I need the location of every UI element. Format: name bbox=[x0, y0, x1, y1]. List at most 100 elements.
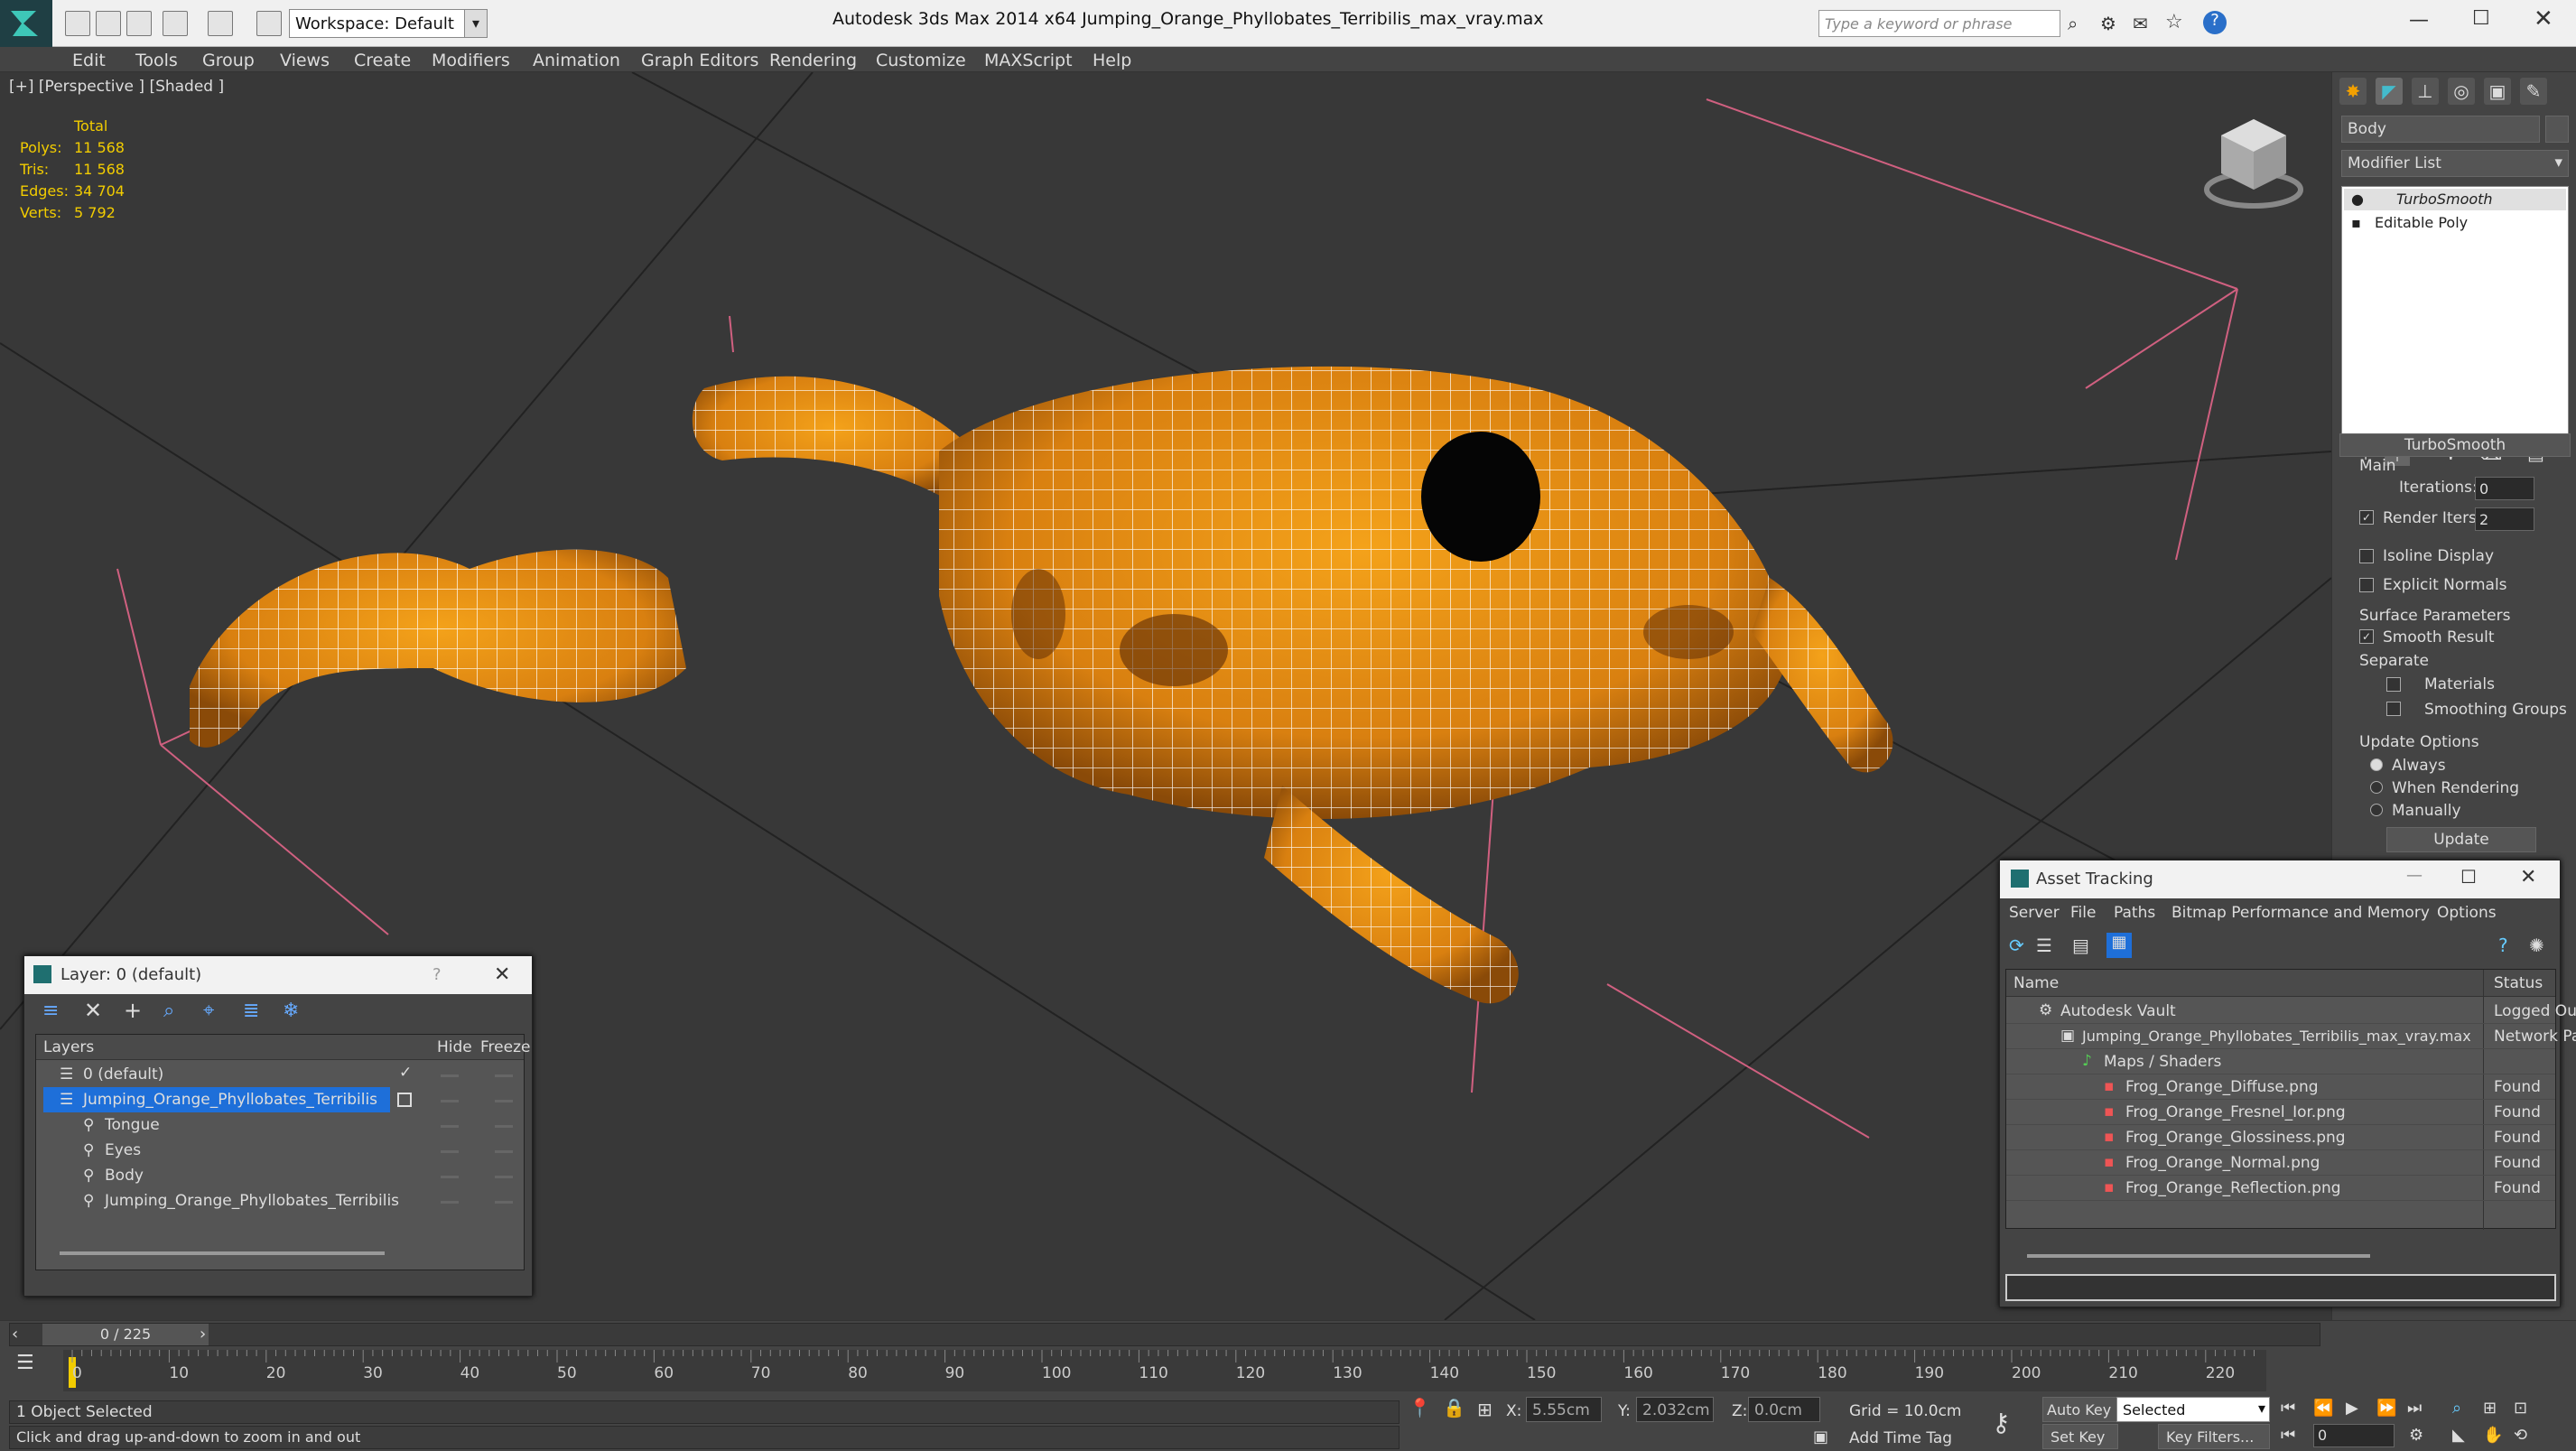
redo-icon[interactable] bbox=[208, 11, 233, 36]
explicit-normals-checkbox[interactable] bbox=[2359, 578, 2374, 592]
refresh-icon[interactable]: ⟳ bbox=[2009, 935, 2024, 956]
menu-rendering[interactable]: Rendering bbox=[769, 51, 857, 70]
render-iters-checkbox[interactable]: ✓ bbox=[2359, 510, 2374, 525]
layer-row[interactable]: ⚲ Body bbox=[36, 1163, 524, 1188]
layer-row-selected[interactable]: ☰ Jumping_Orange_Phyllobates_Terribilis bbox=[36, 1087, 524, 1112]
help-icon[interactable]: ? bbox=[2203, 11, 2227, 34]
asset-menu-bitmap[interactable]: Bitmap Performance and Memory bbox=[2171, 904, 2430, 922]
hide-all-icon[interactable]: ≣ bbox=[243, 1000, 259, 1022]
time-slider[interactable]: ‹ 0 / 225 › bbox=[9, 1323, 2320, 1346]
new-file-icon[interactable] bbox=[65, 11, 90, 36]
smoothing-groups-checkbox[interactable] bbox=[2386, 702, 2401, 716]
maximize-icon[interactable]: ☐ bbox=[2472, 7, 2490, 30]
col-layers[interactable]: Layers bbox=[43, 1038, 94, 1056]
materials-checkbox[interactable] bbox=[2386, 677, 2401, 692]
asset-menu-file[interactable]: File bbox=[2070, 904, 2096, 922]
expand-plus-icon[interactable]: ▪ bbox=[2351, 214, 2361, 231]
asset-row[interactable]: ▪ Frog_Orange_Normal.png Found bbox=[2006, 1150, 2555, 1176]
workspace-dropdown[interactable]: Workspace: Default ▾ bbox=[289, 9, 488, 38]
utilities-tab-icon[interactable]: ✎ bbox=[2520, 78, 2547, 105]
previous-frame-icon[interactable]: ⏪ bbox=[2313, 1399, 2333, 1418]
always-radio[interactable] bbox=[2370, 758, 2383, 771]
asset-menu-paths[interactable]: Paths bbox=[2114, 904, 2155, 922]
layer-row[interactable]: ☰ 0 (default) ✓ bbox=[36, 1062, 524, 1087]
modify-tab-icon[interactable]: ◤ bbox=[2376, 78, 2403, 105]
layer-window-titlebar[interactable]: Layer: 0 (default) ? ✕ bbox=[24, 956, 532, 994]
highlight-selected-icon[interactable]: ⌖ bbox=[203, 1000, 214, 1022]
motion-tab-icon[interactable]: ◎ bbox=[2448, 78, 2475, 105]
asset-window-titlebar[interactable]: Asset Tracking — ☐ ✕ bbox=[2000, 860, 2560, 898]
hierarchy-tab-icon[interactable]: ⊥ bbox=[2412, 78, 2439, 105]
help-icon[interactable]: ? bbox=[2498, 935, 2508, 956]
stack-item-editable-poly[interactable]: ▪ Editable Poly bbox=[2344, 212, 2566, 234]
set-key-button[interactable]: Set Key bbox=[2042, 1424, 2118, 1449]
freeze-all-icon[interactable]: ❄ bbox=[283, 1000, 299, 1022]
render-iters-spinner[interactable]: 2 bbox=[2475, 507, 2534, 531]
x-coordinate-field[interactable]: 5.55cm bbox=[1526, 1397, 1602, 1422]
workspace-expand-icon[interactable]: ▾ bbox=[464, 9, 488, 38]
delete-layer-icon[interactable]: ✕ bbox=[84, 998, 102, 1023]
subscription-icon[interactable]: ⚙ bbox=[2100, 13, 2116, 34]
menu-graph-editors[interactable]: Graph Editors bbox=[641, 51, 758, 70]
isolate-selection-icon[interactable]: 📍 bbox=[1409, 1397, 1431, 1418]
update-button[interactable]: Update bbox=[2386, 827, 2536, 852]
when-rendering-radio[interactable] bbox=[2370, 781, 2383, 794]
go-to-end-icon[interactable]: ⏭ bbox=[2407, 1399, 2422, 1418]
asset-row[interactable]: ▪ Frog_Orange_Fresnel_Ior.png Found bbox=[2006, 1100, 2555, 1125]
smooth-result-checkbox[interactable]: ✓ bbox=[2359, 629, 2374, 644]
communication-icon[interactable]: ✉ bbox=[2133, 13, 2148, 34]
next-frame-icon[interactable]: ⏩ bbox=[2376, 1399, 2396, 1418]
object-name-field[interactable]: Body bbox=[2341, 116, 2540, 143]
close-icon[interactable]: ✕ bbox=[494, 963, 510, 986]
app-logo[interactable] bbox=[0, 0, 52, 47]
zoom-icon[interactable]: ⌕ bbox=[2452, 1399, 2461, 1418]
save-file-icon[interactable] bbox=[126, 11, 152, 36]
minimize-icon[interactable]: — bbox=[2406, 866, 2423, 885]
asset-menu-options[interactable]: Options bbox=[2437, 904, 2497, 922]
favorites-icon[interactable]: ☆ bbox=[2165, 11, 2183, 33]
selected-dropdown[interactable]: Selected ▾ bbox=[2116, 1397, 2270, 1422]
add-time-tag[interactable]: Add Time Tag bbox=[1849, 1429, 1952, 1447]
selection-lock-icon[interactable]: 🔒 bbox=[1443, 1397, 1465, 1418]
add-to-layer-icon[interactable]: + bbox=[124, 998, 142, 1023]
time-config-icon[interactable]: ⚙ bbox=[2409, 1426, 2423, 1445]
help-icon[interactable]: ? bbox=[432, 965, 442, 984]
menu-tools[interactable]: Tools bbox=[135, 51, 178, 70]
frog-model[interactable] bbox=[190, 366, 1893, 1004]
orbit-icon[interactable]: ⟲ bbox=[2514, 1426, 2527, 1445]
tree-view-icon[interactable]: ▤ bbox=[2072, 935, 2089, 956]
project-folder-icon[interactable] bbox=[256, 11, 282, 36]
col-hide[interactable]: Hide bbox=[437, 1038, 472, 1056]
menu-group[interactable]: Group bbox=[202, 51, 255, 70]
menu-create[interactable]: Create bbox=[354, 51, 411, 70]
lightbulb-icon[interactable]: ● bbox=[2351, 191, 2364, 208]
current-frame-field[interactable]: 0 bbox=[2313, 1424, 2395, 1447]
menu-views[interactable]: Views bbox=[280, 51, 330, 70]
open-file-icon[interactable] bbox=[96, 11, 121, 36]
key-filters-button[interactable]: Key Filters... bbox=[2158, 1424, 2270, 1449]
select-layer-objects-icon[interactable]: ⌕ bbox=[163, 1000, 174, 1022]
menu-animation[interactable]: Animation bbox=[533, 51, 620, 70]
zoom-all-icon[interactable]: ⊞ bbox=[2483, 1399, 2497, 1418]
auto-key-button[interactable]: Auto Key bbox=[2042, 1397, 2118, 1422]
zoom-extents-icon[interactable]: ⊡ bbox=[2514, 1399, 2527, 1418]
create-layer-icon[interactable]: ≡ bbox=[42, 1000, 59, 1022]
go-to-start-icon[interactable]: ⏮ bbox=[2281, 1399, 2295, 1418]
layer-row[interactable]: ⚲ Jumping_Orange_Phyllobates_Terribilis bbox=[36, 1188, 524, 1214]
y-coordinate-field[interactable]: 2.032cm bbox=[1636, 1397, 1714, 1422]
stack-item-turbosmooth[interactable]: ● TurboSmooth bbox=[2344, 189, 2566, 210]
binoculars-icon[interactable]: ⌕ bbox=[2068, 13, 2078, 34]
asset-row[interactable]: ▣ Jumping_Orange_Phyllobates_Terribilis_… bbox=[2006, 1024, 2576, 1049]
create-tab-icon[interactable]: ✸ bbox=[2339, 78, 2367, 105]
absolute-mode-icon[interactable]: ⊞ bbox=[1477, 1399, 1493, 1420]
asset-row[interactable]: ▪ Frog_Orange_Glossiness.png Found bbox=[2006, 1125, 2555, 1150]
z-coordinate-field[interactable]: 0.0cm bbox=[1748, 1397, 1820, 1422]
key-mode-icon[interactable]: ⏮ bbox=[2281, 1426, 2295, 1445]
minimize-icon[interactable]: — bbox=[2409, 9, 2429, 32]
viewcube-icon[interactable] bbox=[2199, 110, 2308, 209]
col-freeze[interactable]: Freeze bbox=[480, 1038, 530, 1056]
rollout-header[interactable]: TurboSmooth bbox=[2339, 433, 2571, 457]
menu-maxscript[interactable]: MAXScript bbox=[984, 51, 1073, 70]
key-icon[interactable]: ⚷ bbox=[1992, 1408, 2011, 1437]
layer-row[interactable]: ⚲ Tongue bbox=[36, 1112, 524, 1138]
